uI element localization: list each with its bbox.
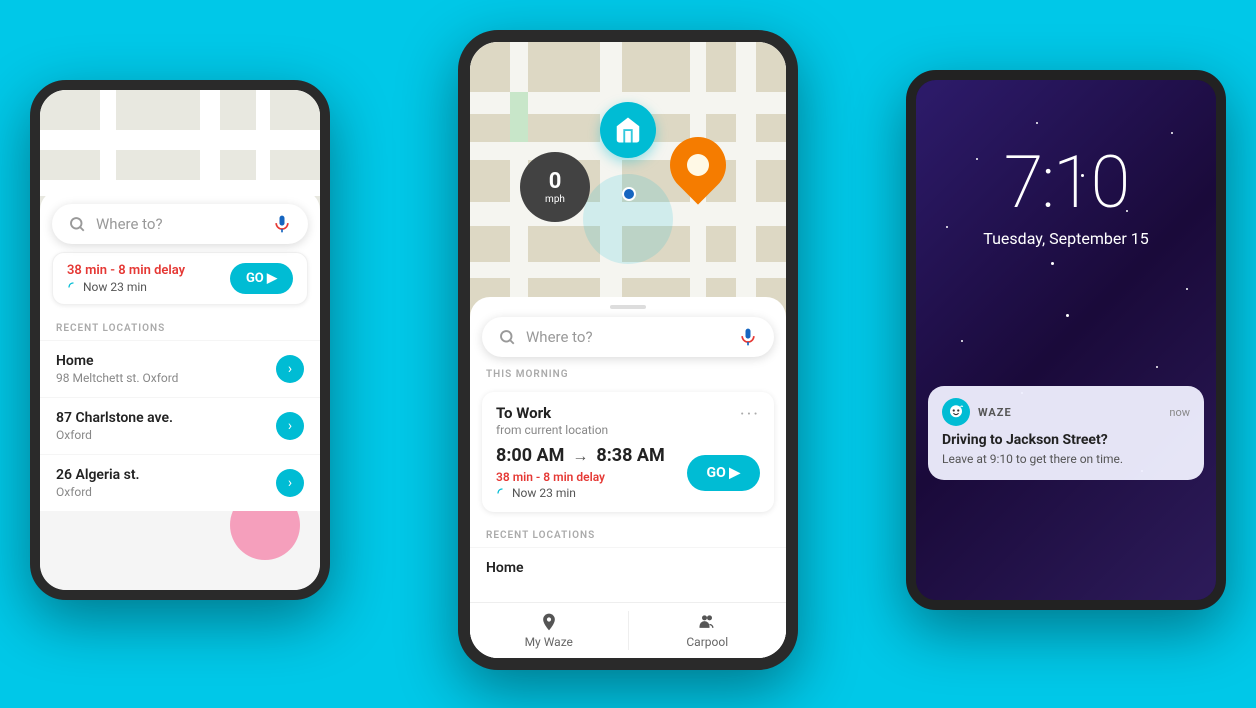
search-bar-left[interactable]: Where to? [52, 204, 308, 244]
delay-text-left: 38 min - 8 min delay [67, 263, 185, 278]
signal-icon-center [496, 487, 508, 499]
location-arrow-algeria[interactable]: › [276, 469, 304, 497]
location-addr-algeria: Oxford [56, 485, 140, 499]
right-phone-screen: 7:10 Tuesday, September 15 WA [916, 80, 1216, 600]
map-pin-nav-icon [539, 612, 559, 632]
time-arrow: → [572, 446, 588, 466]
nav-my-waze[interactable]: My Waze [470, 603, 628, 658]
work-title: To Work [496, 404, 608, 422]
work-delay: 38 min - 8 min delay [496, 470, 665, 484]
speed-badge: 0 mph [520, 152, 590, 222]
notif-title: Driving to Jackson Street? [942, 432, 1190, 448]
notif-body: Leave at 9:10 to get there on time. [942, 451, 1190, 468]
work-subtitle: from current location [496, 423, 608, 437]
speed-unit: mph [545, 194, 565, 205]
more-options-icon[interactable]: ··· [740, 404, 760, 425]
search-icon [68, 215, 86, 233]
work-card-header: To Work from current location ··· [496, 404, 760, 437]
location-item-charlstone[interactable]: 87 Charlstone ave. Oxford › [40, 397, 320, 454]
top-route-card-left: 38 min - 8 min delay Now 23 min GO ▶ [52, 252, 308, 305]
location-item-home-center[interactable]: Home [470, 547, 786, 588]
right-phone: 7:10 Tuesday, September 15 WA [906, 70, 1226, 610]
green-stripe [510, 92, 528, 142]
recent-section-label-left: RECENT LOCATIONS [40, 313, 320, 340]
work-card: To Work from current location ··· 8:00 A… [482, 392, 774, 512]
location-arrow-home[interactable]: › [276, 355, 304, 383]
waze-app-icon [942, 398, 970, 426]
home-icon [613, 115, 643, 145]
nav-carpool[interactable]: Carpool [629, 603, 787, 658]
user-location-dot [622, 187, 636, 201]
notif-time: now [1169, 406, 1190, 419]
now-time-left: Now 23 min [67, 280, 185, 294]
left-phone-screen: Where to? 38 min - 8 min delay Now 23 mi… [40, 90, 320, 590]
home-pin [600, 102, 656, 158]
recent-section-label-center: RECENT LOCATIONS [470, 520, 786, 547]
map-road [40, 130, 320, 150]
left-phone: Where to? 38 min - 8 min delay Now 23 mi… [30, 80, 330, 600]
location-name-charlstone: 87 Charlstone ave. [56, 410, 173, 426]
mic-icon-center[interactable] [738, 327, 758, 347]
waze-face-icon [947, 403, 965, 421]
sheet-handle [610, 305, 646, 309]
carpool-label: Carpool [686, 635, 728, 649]
carpool-icon [697, 612, 717, 632]
go-button-left[interactable]: GO ▶ [230, 263, 293, 294]
search-placeholder-center: Where to? [526, 328, 738, 346]
center-phone: 0 mph Where to? THIS MORNING [458, 30, 798, 670]
my-waze-label: My Waze [525, 635, 573, 649]
location-item-algeria[interactable]: 26 Algeria st. Oxford › [40, 454, 320, 511]
location-name-home: Home [56, 353, 178, 369]
search-placeholder-left: Where to? [96, 215, 272, 233]
go-button-center[interactable]: GO ▶ [687, 455, 760, 491]
time-row: 8:00 AM → 8:38 AM 38 min - 8 min delay N… [496, 445, 760, 500]
work-now-time: Now 23 min [496, 486, 665, 500]
center-bottom-sheet: Where to? THIS MORNING To Work from curr… [470, 297, 786, 658]
mic-icon-left[interactable] [272, 214, 292, 234]
location-arrow-charlstone[interactable]: › [276, 412, 304, 440]
notif-app-name: WAZE [978, 406, 1012, 419]
speed-number: 0 [549, 169, 562, 194]
orange-destination-pin [658, 125, 737, 204]
location-item-home[interactable]: Home 98 Meltchett st. Oxford › [40, 340, 320, 397]
location-addr-charlstone: Oxford [56, 428, 173, 442]
time-end: 8:38 AM [596, 445, 664, 466]
location-name-algeria: 26 Algeria st. [56, 467, 140, 483]
center-phone-screen: 0 mph Where to? THIS MORNING [470, 42, 786, 658]
search-bar-center[interactable]: Where to? [482, 317, 774, 357]
notification-header: WAZE now [942, 398, 1190, 426]
signal-icon [67, 281, 79, 293]
location-name-home-center: Home [486, 560, 524, 576]
stars-background [916, 80, 1216, 600]
waze-notification[interactable]: WAZE now Driving to Jackson Street? Leav… [928, 386, 1204, 480]
search-icon-center [498, 328, 516, 346]
this-morning-label: THIS MORNING [470, 365, 786, 388]
time-start: 8:00 AM [496, 445, 564, 466]
bottom-nav: My Waze Carpool [470, 602, 786, 658]
notif-app-row: WAZE [942, 398, 1012, 426]
location-addr-home: 98 Meltchett st. Oxford [56, 371, 178, 385]
orange-pin-inner [687, 154, 709, 176]
